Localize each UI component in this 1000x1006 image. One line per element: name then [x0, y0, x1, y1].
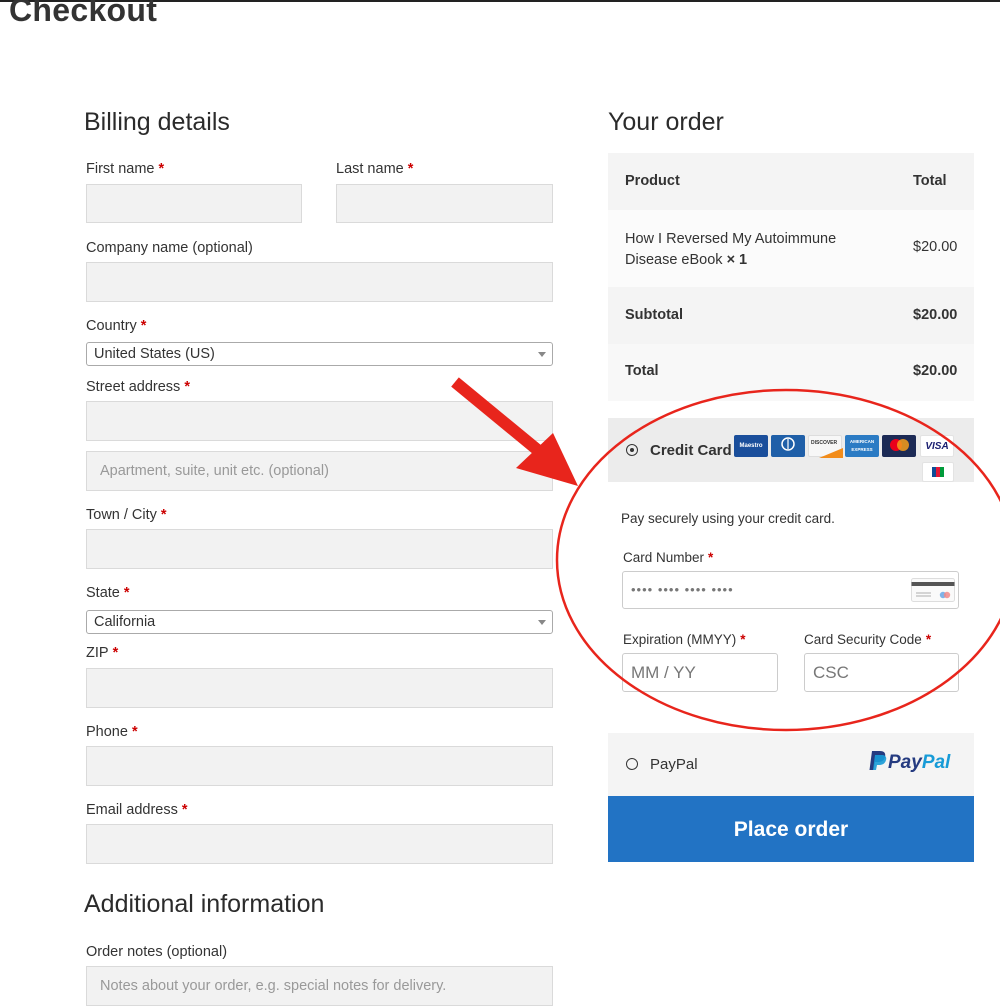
annotation-arrow-shaft — [451, 377, 544, 457]
annotation-ellipse — [555, 388, 1000, 732]
annotation-overlay — [451, 377, 1000, 732]
